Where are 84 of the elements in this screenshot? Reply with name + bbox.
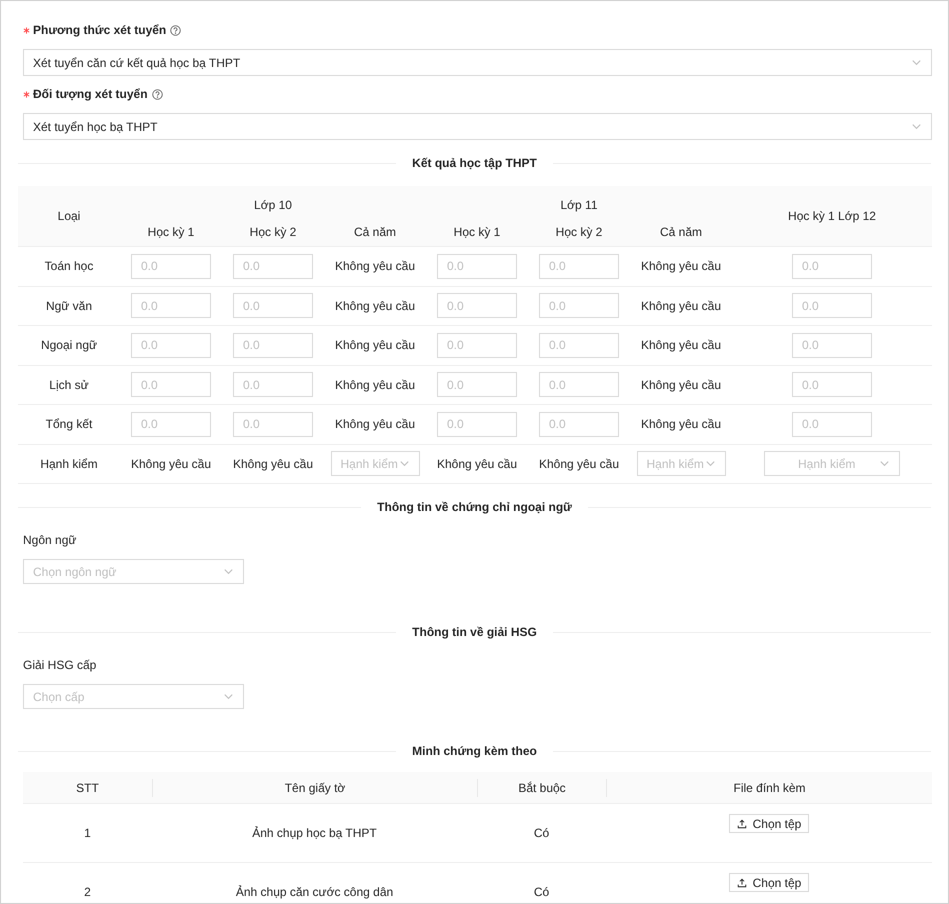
column-header: File đính kèm [733,780,806,796]
field-label: Giải HSG cấp [23,657,98,674]
upload-icon [736,878,747,888]
column-header: Học kỳ 1 Lớp 12 [788,208,876,225]
conduct-select[interactable]: Hạnh kiểm [764,451,900,476]
section-title: Kết quả học tập THPT [411,155,538,172]
row-label: Hạnh kiểm [40,456,98,473]
score-input[interactable]: 0.0 [792,293,872,318]
table-cell-text: Không yêu cầu [334,298,416,315]
score-input[interactable]: 0.0 [131,293,211,318]
table-cell-text: Không yêu cầu [640,298,722,315]
upload-icon [736,818,747,828]
column-header: Bắt buộc [518,780,566,796]
table-cell-text: Không yêu cầu [130,456,212,473]
score-input[interactable]: 0.0 [539,254,619,279]
table-cell-text: Ảnh chụp căn cước công dân [236,884,394,901]
table-cell-text: Không yêu cầu [640,416,722,434]
row-label: Ngữ văn [46,298,92,315]
column-header: Học kỳ 1 [454,224,500,241]
score-input[interactable]: 0.0 [437,412,517,437]
score-input[interactable]: 0.0 [131,412,211,437]
column-group-header: Lớp 11 [560,197,598,214]
table-cell-text: Không yêu cầu [232,456,314,473]
dropdown-select[interactable]: Xét tuyển học bạ THPT [23,113,932,140]
upload-button[interactable]: Chọn tệp [728,873,810,892]
table-cell-text: Không yêu cầu [334,337,416,354]
score-input[interactable]: 0.0 [131,254,211,279]
column-header: STT [76,780,99,796]
table-cell-text: Có [534,825,550,842]
section-title: Minh chứng kèm theo [411,743,538,760]
score-input[interactable]: 0.0 [131,372,211,398]
field-label: Ngôn ngữ [23,532,78,549]
score-input[interactable]: 0.0 [233,412,313,437]
score-input[interactable]: 0.0 [539,412,619,437]
column-header: Loại [58,208,80,225]
table-cell-text: Không yêu cầu [334,258,416,276]
row-label: Ngoại ngữ [40,337,98,354]
table-cell-text: Có [534,884,550,901]
table-cell-text: Không yêu cầu [334,416,416,434]
table-cell-text: Ảnh chụp học bạ THPT [252,825,377,842]
field-label: Đối tượng xét tuyển [33,86,148,103]
column-header: Học kỳ 2 [250,224,296,241]
table-cell-text: Không yêu cầu [640,376,722,394]
table-cell-text: 1 [84,825,91,842]
score-input[interactable]: 0.0 [437,372,517,398]
column-group-header: Lớp 10 [254,197,292,214]
table-cell-text: Không yêu cầu [334,376,416,394]
score-input[interactable]: 0.0 [437,254,517,279]
score-input[interactable]: 0.0 [792,372,872,398]
column-header: Cả năm [354,224,396,241]
dropdown-select[interactable]: Chọn cấp [23,684,244,709]
score-input[interactable]: 0.0 [792,412,872,437]
section-title: Thông tin về giải HSG [411,624,538,641]
conduct-select[interactable]: Hạnh kiểm [636,451,726,476]
score-input[interactable]: 0.0 [233,254,313,279]
score-input[interactable]: 0.0 [131,332,211,358]
conduct-select[interactable]: Hạnh kiểm [330,451,420,476]
score-input[interactable]: 0.0 [233,332,313,358]
table-cell-text: Không yêu cầu [436,456,518,473]
table-cell-text: Không yêu cầu [640,258,722,276]
column-header: Tên giấy tờ [284,780,346,796]
score-input[interactable]: 0.0 [233,372,313,398]
score-input[interactable]: 0.0 [792,332,872,358]
score-input[interactable]: 0.0 [437,332,517,358]
table-cell-text: Không yêu cầu [538,456,620,473]
score-input[interactable]: 0.0 [233,293,313,318]
score-input[interactable]: 0.0 [539,332,619,358]
dropdown-select[interactable]: Xét tuyển căn cứ kết quả học bạ THPT [23,49,932,76]
section-title: Thông tin về chứng chỉ ngoại ngữ [376,499,573,516]
score-input[interactable]: 0.0 [437,293,517,318]
dropdown-select[interactable]: Chọn ngôn ngữ [23,559,244,584]
table-cell-text: Không yêu cầu [640,337,722,354]
score-input[interactable]: 0.0 [539,293,619,318]
score-input[interactable]: 0.0 [792,254,872,279]
field-label: Phương thức xét tuyển [33,22,166,39]
score-input[interactable]: 0.0 [539,372,619,398]
column-header: Học kỳ 2 [556,224,602,241]
row-label: Lịch sử [49,376,89,394]
column-header: Học kỳ 1 [148,224,194,241]
row-label: Toán học [44,258,94,276]
table-cell-text: 2 [84,884,91,901]
column-header: Cả năm [660,224,702,241]
upload-button[interactable]: Chọn tệp [728,814,810,833]
row-label: Tổng kết [46,416,92,434]
